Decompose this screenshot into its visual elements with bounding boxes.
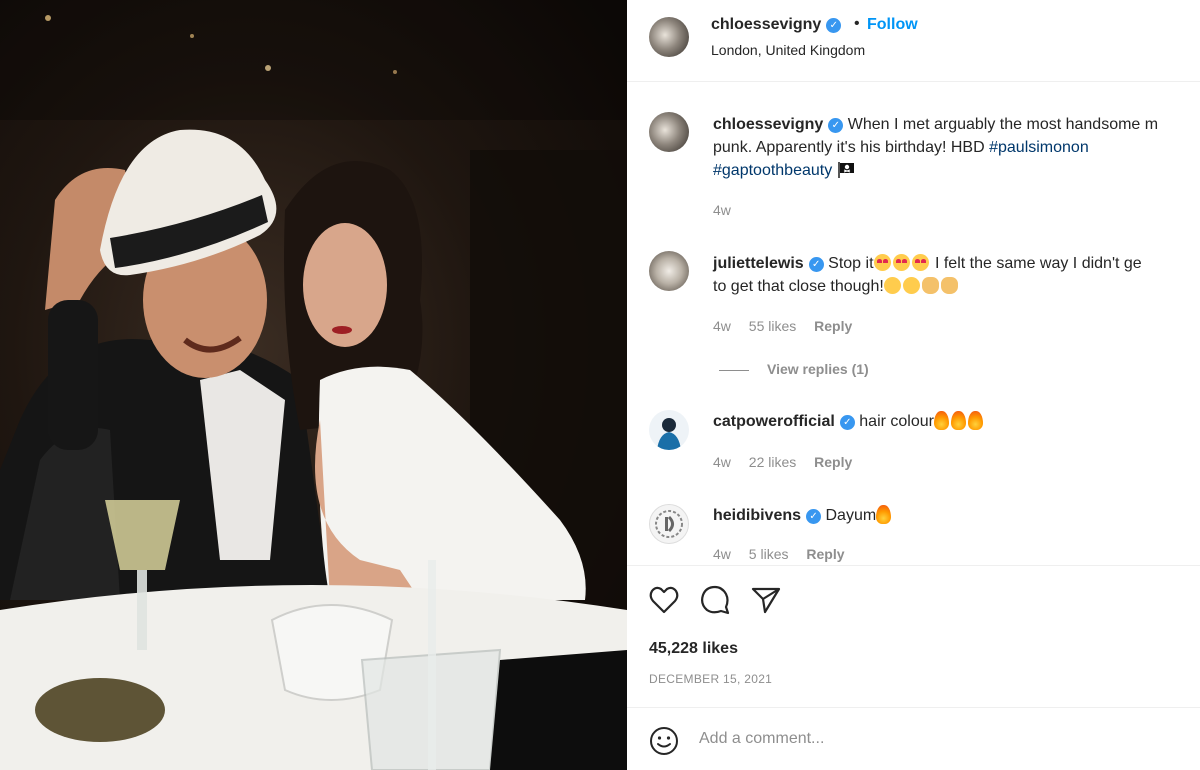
- pirate-flag-emoji: [837, 162, 854, 178]
- comment-age[interactable]: 4w: [713, 318, 731, 334]
- add-comment-input[interactable]: [699, 726, 1179, 752]
- follow-button[interactable]: Follow: [867, 16, 918, 34]
- fire-emoji: [950, 411, 966, 430]
- comment-age[interactable]: 4w: [713, 454, 731, 470]
- reply-button[interactable]: Reply: [814, 318, 852, 334]
- photo-illustration: [0, 0, 627, 770]
- fire-emoji: [876, 505, 892, 524]
- comment-icon[interactable]: [700, 585, 730, 615]
- comment-meta: 4w 22 likes Reply: [713, 454, 866, 470]
- raised-hands-emoji: [940, 277, 958, 294]
- post-header: chloessevigny ✓ • Follow London, United K…: [627, 0, 1200, 82]
- fire-emoji: [967, 411, 983, 430]
- heart-eyes-emoji: [873, 254, 891, 271]
- post-side-panel: chloessevigny ✓ • Follow London, United K…: [627, 0, 1200, 770]
- comment-username[interactable]: catpowerofficial: [713, 413, 835, 430]
- verified-icon: ✓: [808, 257, 824, 272]
- reply-button[interactable]: Reply: [806, 546, 844, 562]
- share-icon[interactable]: [751, 586, 781, 614]
- post-actions: 45,228 likes DECEMBER 15, 2021: [627, 565, 1200, 707]
- caption-username[interactable]: chloessevigny: [713, 116, 823, 133]
- verified-icon: ✓: [828, 118, 844, 133]
- comment-text-part: I felt the same way I didn't ge: [934, 255, 1142, 272]
- caption-avatar[interactable]: [649, 112, 689, 152]
- author-avatar[interactable]: [649, 17, 689, 57]
- comment-text: catpowerofficial ✓ hair colour: [713, 410, 1200, 433]
- hashtag-paulsimonon[interactable]: #paulsimonon: [989, 139, 1089, 156]
- verified-icon: ✓: [806, 509, 822, 524]
- comment-likes[interactable]: 22 likes: [749, 454, 796, 470]
- comment-age[interactable]: 4w: [713, 546, 731, 562]
- post-photo[interactable]: [0, 0, 627, 770]
- comment-text: juliettelewis ✓ Stop it I felt the same w…: [713, 252, 1200, 298]
- comments-list[interactable]: chloessevigny ✓ When I met arguably the m…: [627, 83, 1200, 564]
- author-username[interactable]: chloessevigny ✓: [711, 16, 842, 34]
- location-link[interactable]: London, United Kingdom: [711, 42, 865, 58]
- caption-line-2: punk. Apparently it's his birthday! HBD: [713, 139, 985, 156]
- comment-text-part: to get that close though!: [713, 278, 884, 295]
- fire-emoji: [933, 411, 949, 430]
- verified-icon: ✓: [839, 415, 855, 430]
- view-replies-button[interactable]: View replies (1): [719, 361, 869, 377]
- caption-age[interactable]: 4w: [713, 202, 731, 218]
- comment-username[interactable]: heidibivens: [713, 507, 801, 524]
- comment-text-part: hair colour: [859, 413, 934, 430]
- comment-text-part: Dayum: [825, 507, 877, 524]
- comment-meta: 4w 5 likes Reply: [713, 546, 859, 562]
- hashtag-gaptoothbeauty[interactable]: #gaptoothbeauty: [713, 162, 832, 179]
- comment-avatar[interactable]: [649, 504, 689, 544]
- heidibivens-avatar-image: [655, 510, 683, 538]
- likes-count[interactable]: 45,228 likes: [649, 640, 738, 658]
- comment-meta: 4w 55 likes Reply: [713, 318, 866, 334]
- view-replies-label: View replies (1): [767, 361, 869, 377]
- caption-meta: 4w: [713, 202, 745, 218]
- comment-likes[interactable]: 5 likes: [749, 546, 789, 562]
- emoji-icon[interactable]: [649, 726, 679, 756]
- caption-text: chloessevigny ✓ When I met arguably the m…: [713, 113, 1200, 182]
- comment-text: heidibivens ✓ Dayum: [713, 504, 1200, 527]
- heart-eyes-emoji: [911, 254, 929, 271]
- caption-line-1: When I met arguably the most handsome m: [847, 116, 1159, 133]
- comment-avatar[interactable]: [649, 251, 689, 291]
- heart-eyes-emoji: [892, 254, 910, 271]
- surprised-face-emoji: [902, 277, 920, 294]
- heart-icon[interactable]: [649, 586, 679, 614]
- comment-avatar[interactable]: [649, 410, 689, 450]
- comment-likes[interactable]: 55 likes: [749, 318, 796, 334]
- separator-dot: •: [854, 15, 860, 32]
- comment-username[interactable]: juliettelewis: [713, 255, 804, 272]
- add-comment-bar: [627, 707, 1200, 770]
- verified-icon: ✓: [826, 18, 842, 33]
- catpower-avatar-image: [649, 410, 689, 450]
- replies-divider: [719, 369, 749, 371]
- reply-button[interactable]: Reply: [814, 454, 852, 470]
- clapping-emoji: [921, 277, 939, 294]
- sad-face-emoji: [883, 277, 901, 294]
- comment-text-part: Stop it: [828, 255, 874, 272]
- post-date[interactable]: DECEMBER 15, 2021: [649, 672, 772, 686]
